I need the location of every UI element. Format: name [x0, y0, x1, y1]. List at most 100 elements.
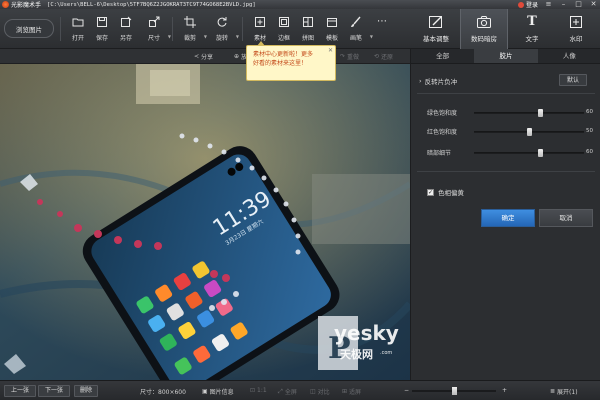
template-button[interactable]: 模板	[320, 13, 344, 45]
tab-basic-adjust[interactable]: 基本调整	[412, 9, 460, 49]
fullscreen-icon: ⤢	[278, 387, 283, 395]
open-button[interactable]: 打开	[66, 13, 90, 45]
close-icon[interactable]: ✕	[328, 46, 333, 55]
watermark-icon	[568, 14, 584, 30]
fit-window-icon: ⊞	[342, 388, 348, 395]
slider-track[interactable]	[474, 152, 584, 154]
status-bar: 上一张 下一张 删除 尺寸：800×600 ▣ 图片信息 ⊡ 1:1 ⤢ 全屏 …	[0, 380, 600, 400]
section-title[interactable]: › 反转片负冲	[419, 76, 457, 86]
collage-button[interactable]: 拼图	[296, 13, 320, 45]
main-toolbar: 浏览图片 打开 保存 另存 尺寸 ▼ 裁剪 ▼ 旋转 ▼ 素材 边框 拼图 模板…	[0, 9, 600, 49]
filter-category-tabs: 全部 胶片 人像	[411, 49, 600, 64]
toolbar-divider	[172, 17, 173, 41]
tab-film[interactable]: 胶片	[474, 49, 538, 63]
expand-button[interactable]: ≣ 展开(1)	[550, 387, 578, 396]
prev-image-button[interactable]: 上一张	[4, 385, 36, 397]
photo-canvas[interactable]: 11:39 3月23日 星期六 P yesky 天极网 .com	[0, 64, 410, 380]
cancel-button[interactable]: 取消	[539, 209, 593, 227]
restore-icon: ⟲	[374, 53, 380, 60]
app-name: 光影魔术手	[11, 2, 42, 9]
actual-size-button[interactable]: ⊡ 1:1	[250, 387, 267, 394]
zoom-out-icon[interactable]: −	[404, 387, 409, 394]
frame-button[interactable]: 边框	[272, 13, 296, 45]
save-as-icon	[120, 16, 132, 28]
tab-digital-darkroom[interactable]: 数码暗房	[460, 9, 508, 49]
toolbar-divider	[60, 17, 61, 41]
delete-button[interactable]: 删除	[74, 385, 98, 397]
share-icon: ≺	[194, 53, 200, 60]
rotate-icon	[216, 16, 228, 28]
fit-window-button[interactable]: ⊞ 适屏	[342, 387, 361, 396]
sub-toolbar: ≺ 分享 ⊕ 放大 ↷ 重做 ⟲ 还原	[0, 49, 410, 64]
camera-icon	[476, 14, 492, 30]
photo-image: 11:39 3月23日 星期六 P yesky 天极网 .com	[0, 64, 410, 380]
expand-icon: ≣	[550, 388, 556, 395]
save-button[interactable]: 保存	[90, 13, 114, 45]
slider-red-saturation[interactable]: 红色饱和度 50	[419, 127, 599, 137]
checkbox-icon[interactable]: ✓	[427, 188, 434, 196]
maximize-icon[interactable]: □	[574, 1, 583, 8]
chevron-down-icon[interactable]: ▼	[168, 34, 171, 39]
user-icon	[517, 1, 524, 8]
redo-button[interactable]: ↷ 重做	[340, 52, 359, 61]
yellow-hue-checkbox[interactable]: ✓ 色相偏黄	[427, 187, 464, 197]
darkroom-panel: 全部 胶片 人像 › 反转片负冲 默认 绿色饱和度 60 红色饱和度 50 暗部…	[410, 49, 600, 380]
slider-knob[interactable]	[537, 109, 543, 117]
login-button[interactable]: 登录	[517, 0, 538, 9]
fullscreen-button[interactable]: ⤢ 全屏	[278, 387, 297, 397]
slider-green-saturation[interactable]: 绿色饱和度 60	[419, 108, 599, 118]
image-info-button[interactable]: ▣ 图片信息	[202, 387, 234, 396]
divider	[417, 171, 595, 172]
slider-shadow-detail[interactable]: 暗部细节 60	[419, 148, 599, 158]
confirm-button[interactable]: 确定	[481, 209, 535, 227]
zoom-in-icon: ⊕	[234, 53, 240, 60]
watermark-domain: .com	[380, 350, 392, 356]
frame-icon	[278, 16, 290, 28]
tab-watermark[interactable]: 水印	[552, 9, 600, 49]
app-logo-icon	[2, 1, 9, 8]
save-icon	[96, 16, 108, 28]
restore-button[interactable]: ⟲ 还原	[374, 52, 393, 61]
chevron-down-icon[interactable]: ▼	[236, 34, 239, 39]
slider-track[interactable]	[474, 112, 584, 114]
rotate-button[interactable]: 旋转 ▼	[210, 13, 239, 45]
template-icon	[326, 16, 338, 28]
toolbar-divider	[242, 17, 243, 41]
redo-icon: ↷	[340, 53, 346, 60]
tooltip-line-2: 好看的素材来这里！	[253, 60, 308, 67]
tab-all[interactable]: 全部	[411, 49, 474, 63]
watermark-cn: 天极网	[340, 347, 373, 361]
more-icon: ⋯	[377, 16, 387, 27]
zoom-in-icon[interactable]: +	[502, 387, 507, 394]
close-icon[interactable]: ✕	[589, 1, 598, 8]
tab-text[interactable]: T 文字	[508, 9, 556, 49]
zoom-slider-knob[interactable]	[451, 387, 457, 395]
chevron-down-icon[interactable]: ▼	[204, 34, 207, 39]
tab-portrait[interactable]: 人像	[538, 49, 600, 63]
tooltip-line-1: 素材中心更新啦！更多	[253, 51, 314, 58]
next-image-button[interactable]: 下一张	[38, 385, 70, 397]
brush-icon	[350, 16, 362, 28]
default-button[interactable]: 默认	[559, 74, 587, 86]
title-bar: 光影魔术手 [C:\Users\BELL-6\Desktop\5TF7BQ6Z2…	[0, 0, 600, 9]
share-button[interactable]: ≺ 分享	[194, 52, 213, 61]
folder-open-icon	[72, 16, 84, 28]
minimize-icon[interactable]: –	[559, 1, 568, 8]
compare-button[interactable]: ◫ 对比	[310, 387, 330, 396]
more-button[interactable]: ⋯	[370, 13, 394, 45]
slider-knob[interactable]	[537, 149, 543, 157]
menu-icon[interactable]: ≡	[544, 1, 553, 8]
watermark-brand: yesky	[334, 321, 399, 345]
actual-size-icon: ⊡	[250, 387, 256, 394]
info-icon: ▣	[202, 388, 208, 395]
save-as-button[interactable]: 另存	[114, 13, 138, 45]
text-icon: T	[527, 14, 537, 29]
slider-knob[interactable]	[526, 128, 532, 136]
crop-icon	[184, 16, 196, 28]
material-icon	[254, 16, 266, 28]
compare-icon: ◫	[310, 388, 316, 395]
brush-button[interactable]: 画笔 ▼	[344, 13, 373, 45]
browse-images-button[interactable]: 浏览图片	[4, 19, 54, 38]
crop-button[interactable]: 裁剪 ▼	[178, 13, 207, 45]
resize-button[interactable]: 尺寸 ▼	[142, 13, 171, 45]
